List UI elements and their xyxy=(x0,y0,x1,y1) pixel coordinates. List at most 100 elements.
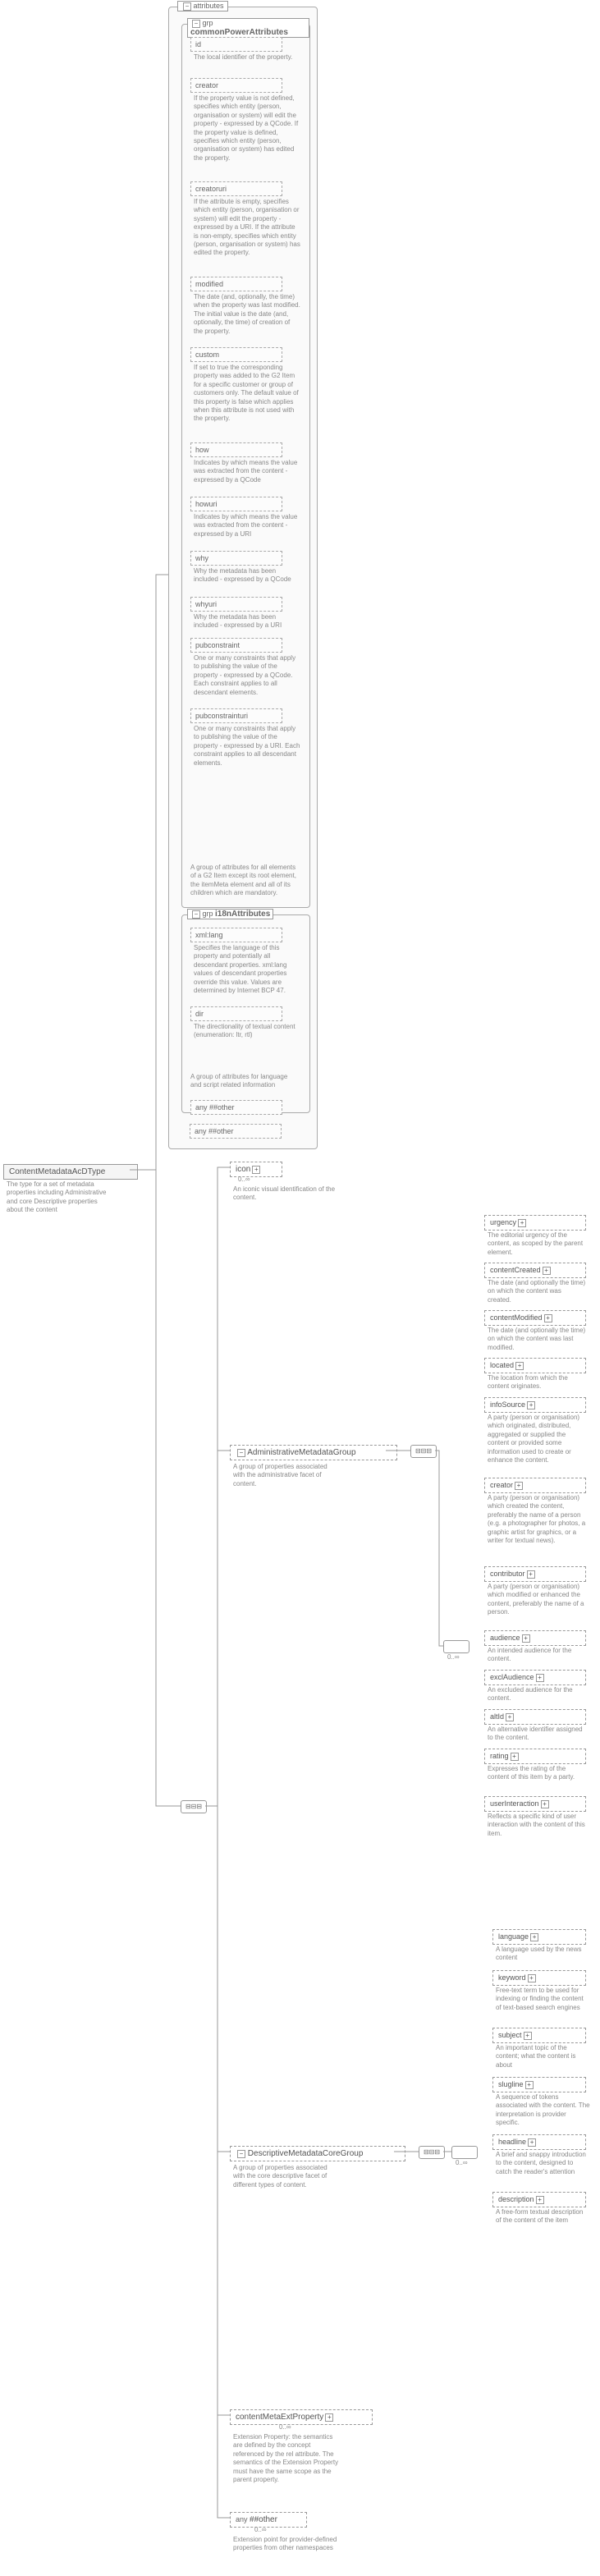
attr-desc: Indicates by which means the value was e… xyxy=(190,457,304,486)
minus-icon: − xyxy=(237,2150,245,2158)
element-desc: Expresses the rating of the content of t… xyxy=(484,1763,589,1784)
attr-desc: If set to true the corresponding propert… xyxy=(190,362,304,425)
descr-group: − DescriptiveMetadataCoreGroup xyxy=(230,2146,405,2161)
attr-pubconstraint: pubconstraint xyxy=(190,638,282,653)
admin-desc: A group of properties associated with th… xyxy=(230,1461,343,1490)
plus-icon: + xyxy=(522,1634,530,1643)
attr-xml-lang: xml:lang xyxy=(190,928,282,942)
admin-inner-range: 0..∞ xyxy=(447,1653,460,1661)
attr-whyuri: whyuri xyxy=(190,597,282,612)
ext-property: contentMetaExtProperty+ xyxy=(230,2409,373,2425)
any-desc: Extension point for provider-defined pro… xyxy=(230,2534,343,2555)
element-desc: An intended audience for the content. xyxy=(484,1645,589,1666)
element-desc: Reflects a specific kind of user interac… xyxy=(484,1811,589,1840)
element-audience: audience+ xyxy=(484,1630,586,1646)
plus-icon: + xyxy=(524,2032,532,2040)
plus-icon: + xyxy=(528,2138,536,2147)
i18n-group-desc: A group of attributes for language and s… xyxy=(187,1071,300,1092)
element-altId: altId+ xyxy=(484,1709,586,1725)
attributes-container: − attributes − grp commonPowerAttributes… xyxy=(168,7,318,1149)
admin-sequence: ⊟⊟⊟ xyxy=(410,1445,437,1458)
icon-range: 0..∞ xyxy=(238,1176,250,1183)
attr-custom: custom xyxy=(190,347,282,362)
element-subject: subject+ xyxy=(492,2028,586,2043)
plus-icon: + xyxy=(528,1974,536,1982)
attr-dir: dir xyxy=(190,1006,282,1021)
element-desc: Free-text term to be used for indexing o… xyxy=(492,1985,593,2014)
plus-icon: + xyxy=(525,2081,534,2089)
element-desc: An important topic of the content; what … xyxy=(492,2042,593,2071)
icon-desc: An iconic visual identification of the c… xyxy=(230,1184,343,1204)
element-exclAudience: exclAudience+ xyxy=(484,1670,586,1685)
attr-how: how xyxy=(190,442,282,457)
ext-desc: Extension Property: the semantics are de… xyxy=(230,2432,343,2486)
attr-id: id xyxy=(190,37,282,52)
plus-icon: + xyxy=(325,2413,333,2422)
element-desc: The location from which the content orig… xyxy=(484,1373,589,1393)
element-desc: A party (person or organisation) which o… xyxy=(484,1412,589,1466)
attr-desc: The date (and, optionally, the time) whe… xyxy=(190,291,304,337)
element-desc: An alternative identifier assigned to th… xyxy=(484,1724,589,1744)
element-description: description+ xyxy=(492,2192,586,2207)
element-located: located+ xyxy=(484,1358,586,1373)
attributes-header: − attributes xyxy=(177,1,228,11)
element-desc: A language used by the news content xyxy=(492,1944,593,1964)
power-group-desc: A group of attributes for all elements o… xyxy=(187,862,300,900)
attr-desc: The directionality of textual content (e… xyxy=(190,1021,304,1042)
i18n-container: − grp i18nAttributes xml:langSpecifies t… xyxy=(181,914,310,1113)
minus-icon: − xyxy=(192,910,200,919)
attr-desc: Why the metadata has been included - exp… xyxy=(190,612,304,632)
element-desc: A free-form textual description of the c… xyxy=(492,2207,593,2227)
plus-icon: + xyxy=(515,1482,523,1490)
attr-creatoruri: creatoruri xyxy=(190,181,282,196)
element-keyword: keyword+ xyxy=(492,1970,586,1986)
element-creator: creator+ xyxy=(484,1478,586,1493)
element-contentModified: contentModified+ xyxy=(484,1310,586,1326)
descr-desc: A group of properties associated with th… xyxy=(230,2162,343,2191)
plus-icon: + xyxy=(527,1570,535,1579)
element-userInteraction: userInteraction+ xyxy=(484,1796,586,1812)
attr-howuri: howuri xyxy=(190,497,282,511)
plus-icon: + xyxy=(252,1166,260,1174)
minus-icon: − xyxy=(237,1449,245,1457)
element-desc: A party (person or organisation) which m… xyxy=(484,1581,589,1619)
ext-range: 0..∞ xyxy=(279,2423,291,2431)
minus-icon: − xyxy=(183,2,191,11)
root-type-label: ContentMetadataAcDType xyxy=(9,1167,105,1176)
plus-icon: + xyxy=(527,1401,535,1409)
attr-desc: One or many constraints that apply to pu… xyxy=(190,653,304,699)
plus-icon: + xyxy=(518,1219,526,1227)
element-contributor: contributor+ xyxy=(484,1566,586,1582)
attr-desc: The local identifier of the property. xyxy=(190,52,304,63)
any-range: 0..∞ xyxy=(254,2526,267,2533)
element-infoSource: infoSource+ xyxy=(484,1397,586,1413)
plus-icon: + xyxy=(530,1933,538,1941)
attr-desc: Indicates by which means the value was e… xyxy=(190,511,304,540)
any-attr-1: any ##other xyxy=(190,1100,282,1115)
element-desc: An excluded audience for the content. xyxy=(484,1684,589,1705)
any-element: any ##other xyxy=(230,2512,307,2528)
attr-desc: If the property value is not defined, sp… xyxy=(190,93,304,164)
element-desc: A brief and snappy introduction to the c… xyxy=(492,2149,593,2178)
element-contentCreated: contentCreated+ xyxy=(484,1263,586,1278)
element-urgency: urgency+ xyxy=(484,1215,586,1231)
element-desc: A party (person or organisation) which c… xyxy=(484,1492,589,1547)
element-language: language+ xyxy=(492,1929,586,1945)
attr-desc: Why the metadata has been included - exp… xyxy=(190,566,304,586)
descr-choice xyxy=(451,2146,478,2159)
any-attr-2: any ##other xyxy=(190,1124,282,1139)
element-desc: The date (and optionally the time) on wh… xyxy=(484,1277,589,1306)
root-type-desc: The type for a set of metadata propertie… xyxy=(3,1179,117,1217)
attr-desc: One or many constraints that apply to pu… xyxy=(190,723,304,769)
element-slugline: slugline+ xyxy=(492,2077,586,2092)
common-power-container: − grp commonPowerAttributes idThe local … xyxy=(181,24,310,908)
attr-desc: If the attribute is empty, specifies whi… xyxy=(190,196,304,259)
plus-icon: + xyxy=(544,1314,552,1322)
plus-icon: + xyxy=(515,1362,524,1370)
element-desc: The editorial urgency of the content, as… xyxy=(484,1230,589,1258)
descr-inner-range: 0..∞ xyxy=(456,2159,468,2166)
admin-choice xyxy=(443,1640,469,1653)
minus-icon: − xyxy=(192,20,200,28)
attr-why: why xyxy=(190,551,282,566)
admin-group: − AdministrativeMetadataGroup xyxy=(230,1445,397,1460)
